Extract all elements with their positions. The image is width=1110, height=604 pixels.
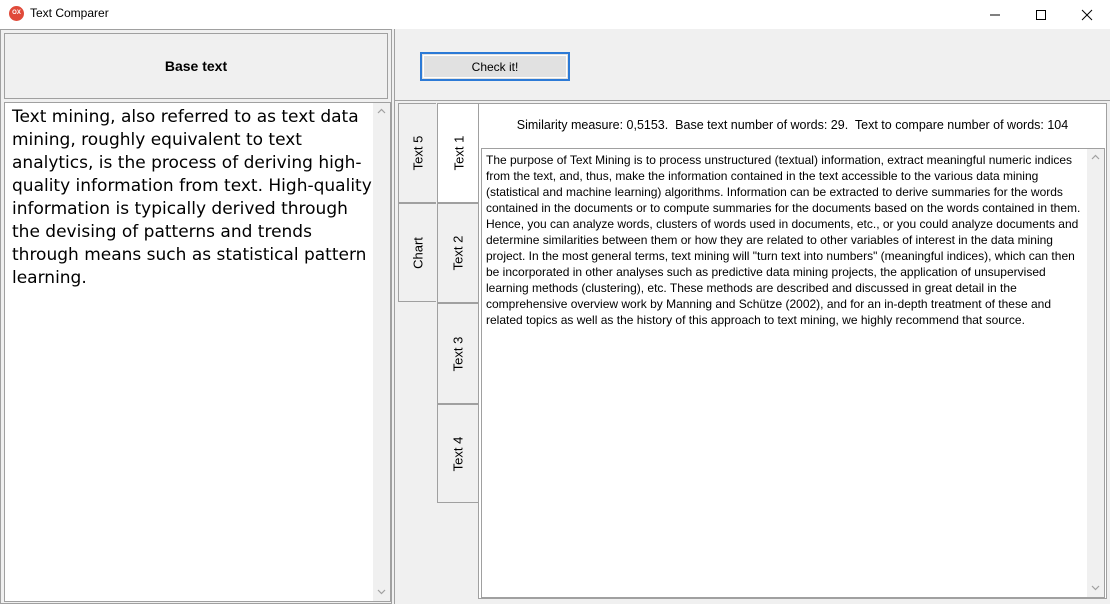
- tab-label: Text 1: [451, 135, 466, 171]
- check-it-button[interactable]: Check it!: [420, 52, 570, 81]
- tab-text-5[interactable]: Text 5: [398, 103, 436, 203]
- title-bar: OX Text Comparer: [0, 0, 1110, 29]
- minimize-icon: [990, 14, 1000, 16]
- tab-label: Text 4: [450, 436, 466, 471]
- minimize-button[interactable]: [972, 0, 1018, 29]
- chevron-down-icon: [377, 589, 386, 595]
- compare-panel: Similarity measure: 0,5153. Base text nu…: [478, 103, 1107, 599]
- tab-text-2[interactable]: Text 2: [437, 203, 478, 303]
- chevron-up-icon: [1091, 154, 1100, 160]
- tab-text-4[interactable]: Text 4: [437, 404, 478, 503]
- tab-label: Text 3: [450, 336, 466, 371]
- tab-label: Text 2: [450, 235, 466, 271]
- scroll-up-button[interactable]: [1087, 149, 1104, 166]
- tab-label: Text 5: [410, 135, 425, 171]
- window-title: Text Comparer: [30, 6, 109, 20]
- tab-chart[interactable]: Chart: [398, 203, 436, 302]
- compare-text-input[interactable]: The purpose of Text Mining is to process…: [481, 148, 1105, 598]
- tab-text-3[interactable]: Text 3: [437, 303, 478, 404]
- base-text-content: Text mining, also referred to as text da…: [12, 107, 372, 288]
- scroll-up-button[interactable]: [373, 103, 390, 120]
- maximize-button[interactable]: [1018, 0, 1064, 29]
- compare-text-content: The purpose of Text Mining is to process…: [486, 153, 1081, 327]
- scroll-down-button[interactable]: [373, 584, 390, 601]
- base-text-scrollbar[interactable]: [373, 103, 390, 601]
- compare-text-scrollbar[interactable]: [1087, 149, 1104, 597]
- base-text-pane: Base text Text mining, also referred to …: [0, 29, 392, 604]
- base-text-header: Base text: [4, 33, 388, 99]
- base-text-input[interactable]: Text mining, also referred to as text da…: [4, 102, 391, 602]
- tab-text-1[interactable]: Text 1: [437, 103, 479, 203]
- chevron-down-icon: [1091, 585, 1100, 591]
- maximize-icon: [1036, 10, 1046, 20]
- close-icon: [1081, 9, 1093, 21]
- chevron-up-icon: [377, 108, 386, 114]
- close-button[interactable]: [1064, 0, 1110, 29]
- app-logo-icon: OX: [9, 6, 24, 21]
- similarity-summary: Similarity measure: 0,5153. Base text nu…: [516, 118, 1069, 132]
- scroll-down-button[interactable]: [1087, 580, 1104, 597]
- tab-label: Chart: [410, 236, 425, 269]
